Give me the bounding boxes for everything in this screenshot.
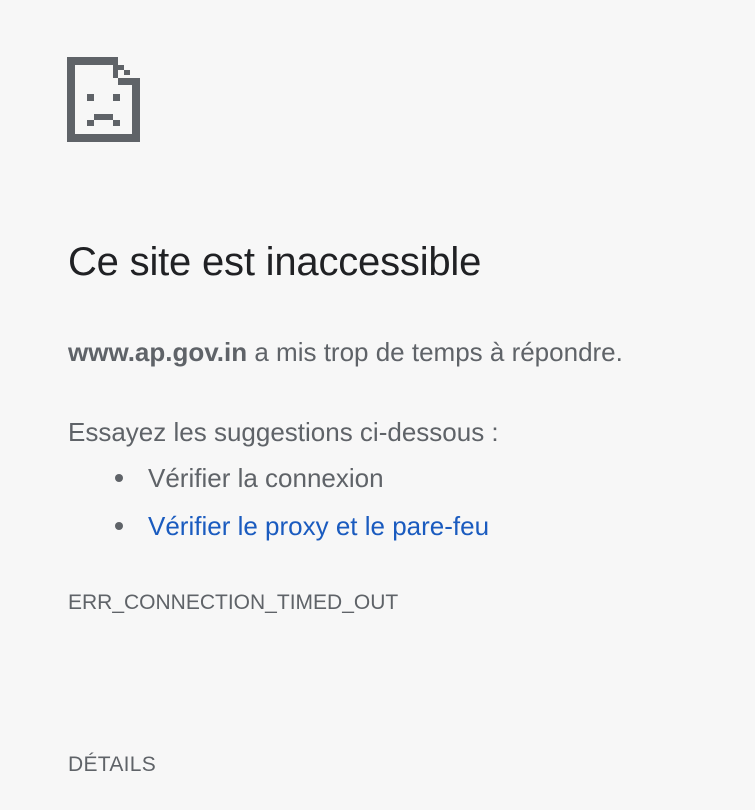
error-page: Ce site est inaccessible www.ap.gov.in a… xyxy=(0,0,755,810)
error-message: www.ap.gov.in a mis trop de temps à répo… xyxy=(68,337,623,368)
page-title: Ce site est inaccessible xyxy=(68,240,482,284)
site-domain: www.ap.gov.in xyxy=(68,337,248,367)
sad-page-icon xyxy=(67,57,140,142)
bullet-icon xyxy=(115,522,123,530)
suggestions-list: Vérifier la connexion Vérifier le proxy … xyxy=(108,462,489,558)
check-proxy-firewall-link[interactable]: Vérifier le proxy et le pare-feu xyxy=(148,511,489,541)
bullet-icon xyxy=(115,474,123,482)
list-item: Vérifier le proxy et le pare-feu xyxy=(108,510,489,558)
error-code: ERR_CONNECTION_TIMED_OUT xyxy=(68,591,399,614)
suggestions-heading: Essayez les suggestions ci-dessous : xyxy=(68,417,499,447)
error-message-text: a mis trop de temps à répondre. xyxy=(247,337,623,367)
list-item: Vérifier la connexion xyxy=(108,462,489,510)
check-connection-text: Vérifier la connexion xyxy=(148,463,384,493)
details-button[interactable]: DÉTAILS xyxy=(68,753,156,777)
